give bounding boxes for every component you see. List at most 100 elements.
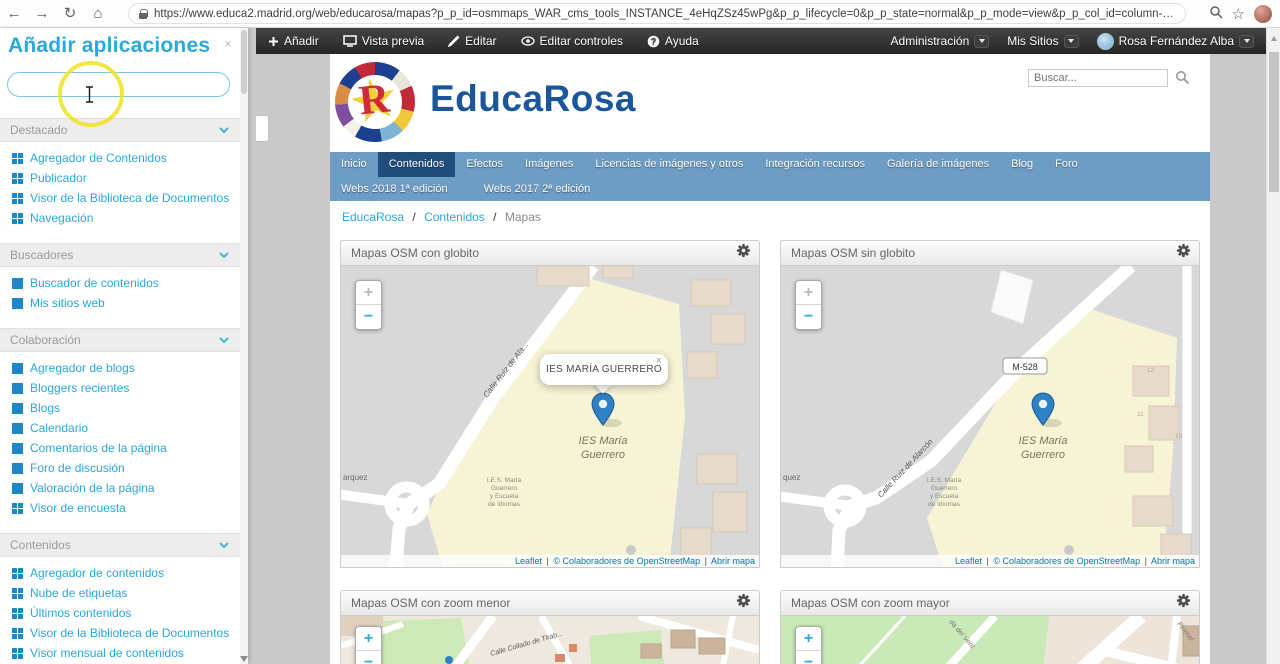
breadcrumb-home[interactable]: EducaRosa: [342, 210, 404, 224]
sidebar-item-agregador-blogs[interactable]: Agregador de blogs: [0, 358, 240, 378]
sidebar-item-label: Navegación: [30, 211, 94, 225]
map-canvas-con-globito[interactable]: Calle Ruiz de Ala... arquez I.E.S. María…: [340, 266, 760, 568]
gear-icon[interactable]: [736, 593, 751, 613]
tab-integracion[interactable]: Integración recursos: [754, 152, 876, 177]
edit-controls-button[interactable]: Editar controles: [520, 34, 623, 48]
forward-icon[interactable]: →: [28, 1, 56, 27]
sidebar-item-foro-discusion[interactable]: Foro de discusión: [0, 458, 240, 478]
map-canvas-sin-globito[interactable]: M-528 Calle Ruiz de Alarcón quez 12 11 1…: [780, 266, 1200, 568]
open-map-link[interactable]: Abrir mapa: [1151, 556, 1195, 566]
zoom-in-button[interactable]: +: [356, 627, 381, 651]
sidebar-item-label: Visor de la Biblioteca de Documentos: [30, 626, 230, 640]
dropdown-arrow-icon[interactable]: [1063, 34, 1079, 48]
zoom-in-button[interactable]: +: [356, 281, 381, 305]
osm-link[interactable]: © Colaboradores de OpenStreetMap: [993, 556, 1140, 566]
sidebar-item-blogs[interactable]: Blogs: [0, 398, 240, 418]
sidebar-scroll-down-icon[interactable]: [240, 656, 248, 662]
sidebar-item-visor-encuesta[interactable]: Visor de encuesta: [0, 498, 240, 518]
eye-icon: [520, 36, 535, 46]
map-canvas-zoom-menor[interactable]: Calle Collado de Tirab... + −: [340, 616, 760, 664]
map-canvas-zoom-mayor[interactable]: da del Vent Piornal + −: [780, 616, 1200, 664]
sidebar-item-nube-etiquetas[interactable]: Nube de etiquetas: [0, 583, 240, 603]
chevron-down-icon[interactable]: [218, 246, 230, 264]
section-header[interactable]: Destacado: [0, 118, 240, 142]
open-map-link[interactable]: Abrir mapa: [711, 556, 755, 566]
gear-icon[interactable]: [1176, 243, 1191, 263]
dropdown-arrow-icon[interactable]: [974, 34, 990, 48]
page-scrollbar-thumb[interactable]: [1269, 52, 1279, 192]
tab-blog[interactable]: Blog: [1000, 152, 1044, 177]
dropdown-arrow-icon[interactable]: [1239, 34, 1254, 48]
sidebar-item-mis-sitios-web[interactable]: Mis sitios web: [0, 293, 240, 313]
tab-foro[interactable]: Foro: [1044, 152, 1089, 177]
page-scrollbar[interactable]: [1266, 28, 1280, 664]
chevron-down-icon[interactable]: [218, 121, 230, 139]
section-label: Colaboración: [10, 333, 81, 347]
breadcrumb-section[interactable]: Contenidos: [424, 210, 485, 224]
sidebar-item-visor-mensual[interactable]: Visor mensual de contenidos: [0, 643, 240, 663]
panel-handle[interactable]: [256, 115, 269, 142]
section-header[interactable]: Contenidos: [0, 533, 240, 557]
sidebar-item-agregador-contenidos2[interactable]: Agregador de contenidos: [0, 563, 240, 583]
reload-icon[interactable]: ↻: [56, 1, 84, 27]
tab-webs-2017[interactable]: Webs 2017 2ª edición: [473, 177, 602, 201]
sidebar-item-valoracion-pagina[interactable]: Valoración de la página: [0, 478, 240, 498]
url-bar[interactable]: https://www.educa2.madrid.org/web/educar…: [128, 3, 1186, 24]
preview-button[interactable]: Vista previa: [342, 34, 424, 48]
tab-efectos[interactable]: Efectos: [455, 152, 514, 177]
bookmark-star-icon[interactable]: ☆: [1232, 5, 1245, 23]
administration-menu[interactable]: Administración: [891, 34, 990, 48]
map-popup[interactable]: IES MARÍA GUERRERO ×: [540, 354, 668, 385]
leaflet-link[interactable]: Leaflet: [955, 556, 982, 566]
leaflet-link[interactable]: Leaflet: [515, 556, 542, 566]
gear-icon[interactable]: [736, 243, 751, 263]
zoom-out-button[interactable]: −: [356, 651, 381, 664]
edit-button[interactable]: Editar: [448, 34, 497, 48]
tab-galeria[interactable]: Galería de imágenes: [876, 152, 1000, 177]
zoom-in-button[interactable]: +: [796, 281, 821, 305]
sidebar-item-navegacion[interactable]: Navegación: [0, 208, 240, 228]
osm-link[interactable]: © Colaboradores de OpenStreetMap: [553, 556, 700, 566]
chevron-down-icon[interactable]: [218, 536, 230, 554]
sidebar-item-buscador-contenidos[interactable]: Buscador de contenidos: [0, 273, 240, 293]
site-search-input[interactable]: [1028, 69, 1168, 87]
sidebar-item-bloggers-recientes[interactable]: Bloggers recientes: [0, 378, 240, 398]
popup-close-icon[interactable]: ×: [656, 355, 662, 367]
section-header[interactable]: Buscadores: [0, 243, 240, 267]
user-menu[interactable]: Rosa Fernández Alba: [1096, 32, 1254, 50]
zoom-in-button[interactable]: +: [796, 627, 821, 651]
tab-licencias[interactable]: Licencias de imágenes y otros: [584, 152, 754, 177]
sidebar-item-visor-biblioteca[interactable]: Visor de la Biblioteca de Documentos: [0, 188, 240, 208]
zoom-out-button[interactable]: −: [356, 305, 381, 329]
chevron-down-icon[interactable]: [218, 331, 230, 349]
search-icon[interactable]: [1175, 70, 1190, 90]
tab-inicio[interactable]: Inicio: [330, 152, 378, 177]
gear-icon[interactable]: [1176, 593, 1191, 613]
home-icon[interactable]: ⌂: [84, 1, 112, 27]
zoom-out-button[interactable]: −: [796, 305, 821, 329]
page-search-icon[interactable]: [1209, 5, 1223, 24]
url-text[interactable]: https://www.educa2.madrid.org/web/educar…: [154, 8, 1175, 20]
educarosa-logo[interactable]: R: [335, 62, 415, 142]
section-header[interactable]: Colaboración: [0, 328, 240, 352]
sidebar-item-agregador-de-contenidos[interactable]: Agregador de Contenidos: [0, 148, 240, 168]
sidebar-item-publicador[interactable]: Publicador: [0, 168, 240, 188]
sidebar-item-ultimos-contenidos[interactable]: Últimos contenidos: [0, 603, 240, 623]
sidebar-item-calendario[interactable]: Calendario: [0, 418, 240, 438]
add-button[interactable]: Añadir: [268, 34, 319, 48]
sidebar-item-visor-biblioteca2[interactable]: Visor de la Biblioteca de Documentos: [0, 623, 240, 643]
scroll-up-icon[interactable]: [1271, 36, 1277, 41]
tab-imagenes[interactable]: Imágenes: [514, 152, 584, 177]
browser-profile-avatar[interactable]: [1254, 5, 1272, 23]
tab-webs-2018[interactable]: Webs 2018 1ª edición: [330, 177, 459, 201]
application-search-input[interactable]: [7, 72, 230, 97]
help-button[interactable]: ? Ayuda: [647, 34, 699, 48]
my-sites-menu[interactable]: Mis Sitios: [1007, 34, 1079, 48]
back-icon[interactable]: ←: [0, 1, 28, 27]
close-icon[interactable]: ×: [224, 36, 232, 51]
sidebar-scrollbar[interactable]: [240, 28, 248, 664]
sidebar-item-comentarios-pagina[interactable]: Comentarios de la página: [0, 438, 240, 458]
sidebar-scrollbar-thumb[interactable]: [241, 30, 247, 94]
zoom-out-button[interactable]: −: [796, 651, 821, 664]
tab-contenidos[interactable]: Contenidos: [377, 152, 456, 177]
